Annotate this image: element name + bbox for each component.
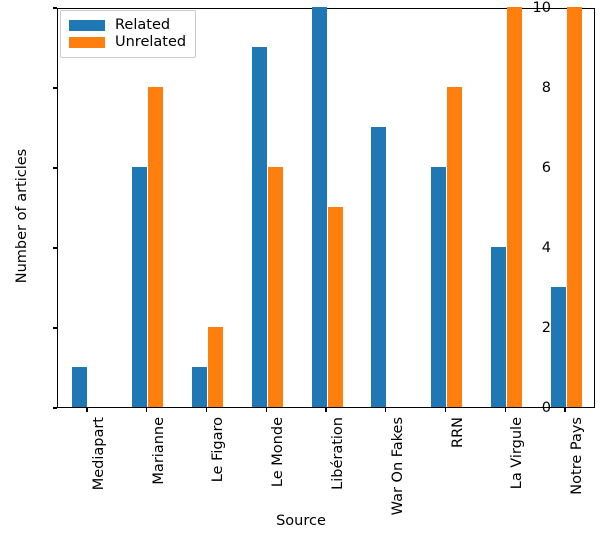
bar-related-rrn [431, 167, 447, 407]
x-tick-label-war-on-fakes: War On Fakes [389, 417, 406, 516]
bar-related-notre-pays [550, 287, 566, 407]
x-tick-label-la-virgule: La Virgule [509, 417, 526, 490]
bar-unrelated-marianne [148, 87, 164, 407]
y-tick-mark [53, 407, 57, 409]
x-tick-mark [265, 408, 267, 412]
y-tick-label: 10 [532, 0, 551, 16]
x-tick-mark [325, 408, 327, 412]
x-axis-label: Source [276, 513, 326, 529]
y-tick-mark [53, 327, 57, 329]
bar-related-le-monde [251, 47, 267, 407]
bar-unrelated-notre-pays [566, 7, 582, 407]
chart-legend: Related Unrelated [60, 10, 197, 58]
x-tick-label-le-monde: Le Monde [270, 417, 287, 488]
bar-related-le-figaro [191, 367, 207, 407]
y-tick-mark [53, 87, 57, 89]
y-axis-label: Number of articles [14, 148, 30, 284]
legend-swatch-related [69, 20, 105, 31]
y-tick-mark [53, 247, 57, 249]
y-tick-label: 0 [541, 399, 551, 416]
y-tick-label: 8 [541, 79, 551, 96]
legend-label-related: Related [115, 17, 171, 34]
y-tick-mark [53, 167, 57, 169]
bar-unrelated-libération [327, 207, 343, 407]
bars-layer [58, 7, 594, 407]
legend-label-unrelated: Unrelated [115, 34, 187, 51]
bar-unrelated-le-monde [267, 167, 283, 407]
x-tick-mark [564, 408, 566, 412]
bar-related-mediapart [72, 367, 88, 407]
x-tick-label-libération: Libération [330, 417, 346, 490]
y-tick-label: 2 [541, 319, 551, 336]
legend-item-related: Related [69, 17, 186, 34]
bar-related-libération [311, 7, 327, 407]
y-tick-mark [53, 7, 57, 9]
x-tick-mark [86, 408, 88, 412]
bar-related-marianne [132, 167, 148, 407]
x-tick-label-mediapart: Mediapart [90, 417, 107, 491]
bar-related-la-virgule [490, 247, 506, 407]
x-tick-label-notre-pays: Notre Pays [569, 417, 586, 495]
bar-related-war-on-fakes [371, 127, 387, 407]
bar-unrelated-rrn [447, 87, 463, 407]
x-tick-mark [385, 408, 387, 412]
x-tick-label-le-figaro: Le Figaro [210, 417, 227, 483]
x-tick-label-rrn: RRN [449, 417, 466, 448]
plot-area [57, 7, 595, 408]
x-tick-label-marianne: Marianne [150, 417, 167, 485]
legend-item-unrelated: Unrelated [69, 34, 186, 51]
bar-unrelated-la-virgule [506, 7, 522, 407]
x-tick-mark [444, 408, 447, 412]
bar-chart-figure: 0 2 4 6 8 10 Number of articles Mediapart Mari… [0, 0, 602, 540]
legend-swatch-unrelated [69, 37, 105, 48]
x-tick-mark [146, 408, 148, 412]
x-tick-mark [504, 408, 506, 412]
y-tick-label: 6 [541, 159, 551, 176]
bar-unrelated-le-figaro [207, 327, 223, 407]
y-tick-label: 4 [541, 239, 551, 256]
x-tick-mark [205, 408, 208, 412]
